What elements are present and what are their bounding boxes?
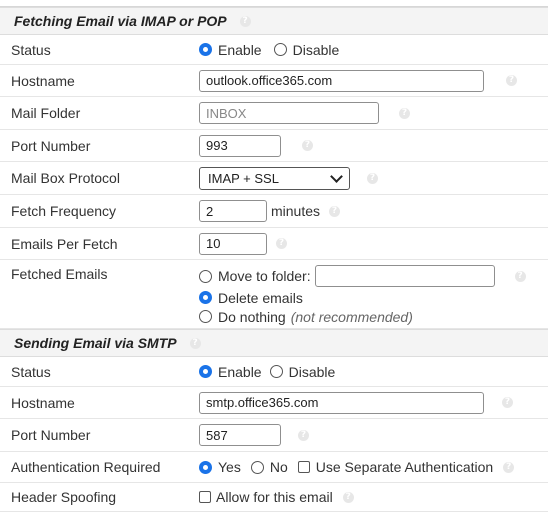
imap-frequency-row: Fetch Frequency minutes ? xyxy=(0,195,548,228)
imap-protocol-label: Mail Box Protocol xyxy=(11,170,120,186)
imap-protocol-selected: IMAP + SSL xyxy=(208,170,279,186)
help-icon[interactable]: ? xyxy=(302,140,313,151)
allow-spoof-checkbox[interactable]: Allow for this email xyxy=(199,489,333,505)
imap-per-fetch-input[interactable] xyxy=(199,232,267,255)
imap-hostname-label: Hostname xyxy=(11,72,75,89)
imap-frequency-input[interactable] xyxy=(199,200,267,222)
smtp-auth-row: Authentication Required Yes No Use Separ… xyxy=(0,452,548,483)
imap-fetched-label: Fetched Emails xyxy=(11,266,108,282)
smtp-auth-no-radio[interactable]: No xyxy=(250,459,288,475)
imap-hostname-input[interactable] xyxy=(199,69,484,92)
chevron-down-icon xyxy=(330,169,343,183)
imap-section-header: Fetching Email via IMAP or POP ? xyxy=(0,7,548,35)
imap-status-disable-radio[interactable]: Disable xyxy=(273,42,339,58)
smtp-spoof-row: Header Spoofing Allow for this email ? xyxy=(0,483,548,512)
smtp-port-label: Port Number xyxy=(11,427,91,443)
help-icon[interactable]: ? xyxy=(506,75,517,86)
smtp-section-header: Sending Email via SMTP ? xyxy=(0,329,548,357)
imap-per-fetch-row: Emails Per Fetch ? xyxy=(0,228,548,260)
smtp-section-title: Sending Email via SMTP xyxy=(14,335,177,351)
help-icon[interactable]: ? xyxy=(329,205,341,217)
imap-protocol-select[interactable]: IMAP + SSL xyxy=(199,166,350,190)
move-folder-input[interactable] xyxy=(314,265,495,287)
smtp-hostname-row: Hostname ? xyxy=(0,387,548,419)
email-settings-form: Fetching Email via IMAP or POP ? Status … xyxy=(0,0,548,512)
imap-mail-folder-label: Mail Folder xyxy=(11,105,81,121)
imap-mail-folder-input[interactable] xyxy=(199,102,379,124)
fetched-delete-radio[interactable]: Delete emails xyxy=(199,290,303,306)
smtp-auth-yes-radio[interactable]: Yes xyxy=(199,459,241,475)
imap-status-row: Status Enable Disable xyxy=(0,35,548,65)
help-icon[interactable]: ? xyxy=(276,238,287,249)
imap-frequency-label: Fetch Frequency xyxy=(11,203,117,219)
smtp-auth-label: Authentication Required xyxy=(11,459,161,475)
smtp-spoof-label: Header Spoofing xyxy=(11,489,117,505)
smtp-status-row: Status Enable Disable xyxy=(0,357,548,387)
smtp-port-input[interactable] xyxy=(199,424,281,446)
imap-section-title: Fetching Email via IMAP or POP xyxy=(14,13,227,29)
imap-port-row: Port Number ? xyxy=(0,130,548,162)
imap-status-enable-radio[interactable]: Enable xyxy=(199,42,262,58)
imap-mail-folder-row: Mail Folder ? xyxy=(0,97,548,130)
not-recommended-note: (not recommended) xyxy=(290,308,413,325)
help-icon[interactable]: ? xyxy=(239,15,251,27)
smtp-port-row: Port Number ? xyxy=(0,419,548,452)
smtp-hostname-label: Hostname xyxy=(11,394,75,411)
fetched-nothing-radio[interactable]: Do nothing xyxy=(199,309,286,325)
separate-auth-checkbox[interactable]: Use Separate Authentication xyxy=(297,459,493,475)
smtp-status-disable-radio[interactable]: Disable xyxy=(269,364,335,380)
imap-status-label: Status xyxy=(11,41,51,58)
imap-per-fetch-label: Emails Per Fetch xyxy=(11,235,118,252)
imap-frequency-unit: minutes xyxy=(271,203,321,219)
smtp-hostname-input[interactable] xyxy=(199,391,484,414)
smtp-status-label: Status xyxy=(11,363,51,380)
imap-fetched-row: Fetched Emails Move to folder: ? Delete … xyxy=(0,260,548,329)
help-icon[interactable]: ? xyxy=(399,107,410,119)
help-icon[interactable]: ? xyxy=(367,172,378,184)
imap-protocol-row: Mail Box Protocol IMAP + SSL ? xyxy=(0,162,548,195)
top-divider xyxy=(0,0,548,7)
help-icon[interactable]: ? xyxy=(514,270,526,282)
help-icon[interactable]: ? xyxy=(502,397,513,408)
imap-port-label: Port Number xyxy=(11,137,91,154)
fetched-move-radio[interactable]: Move to folder: xyxy=(199,268,311,284)
smtp-status-enable-radio[interactable]: Enable xyxy=(199,364,262,380)
imap-port-input[interactable] xyxy=(199,134,281,157)
help-icon[interactable]: ? xyxy=(189,337,201,349)
help-icon[interactable]: ? xyxy=(298,429,309,441)
help-icon[interactable]: ? xyxy=(503,461,515,473)
help-icon[interactable]: ? xyxy=(342,491,354,503)
imap-hostname-row: Hostname ? xyxy=(0,65,548,97)
